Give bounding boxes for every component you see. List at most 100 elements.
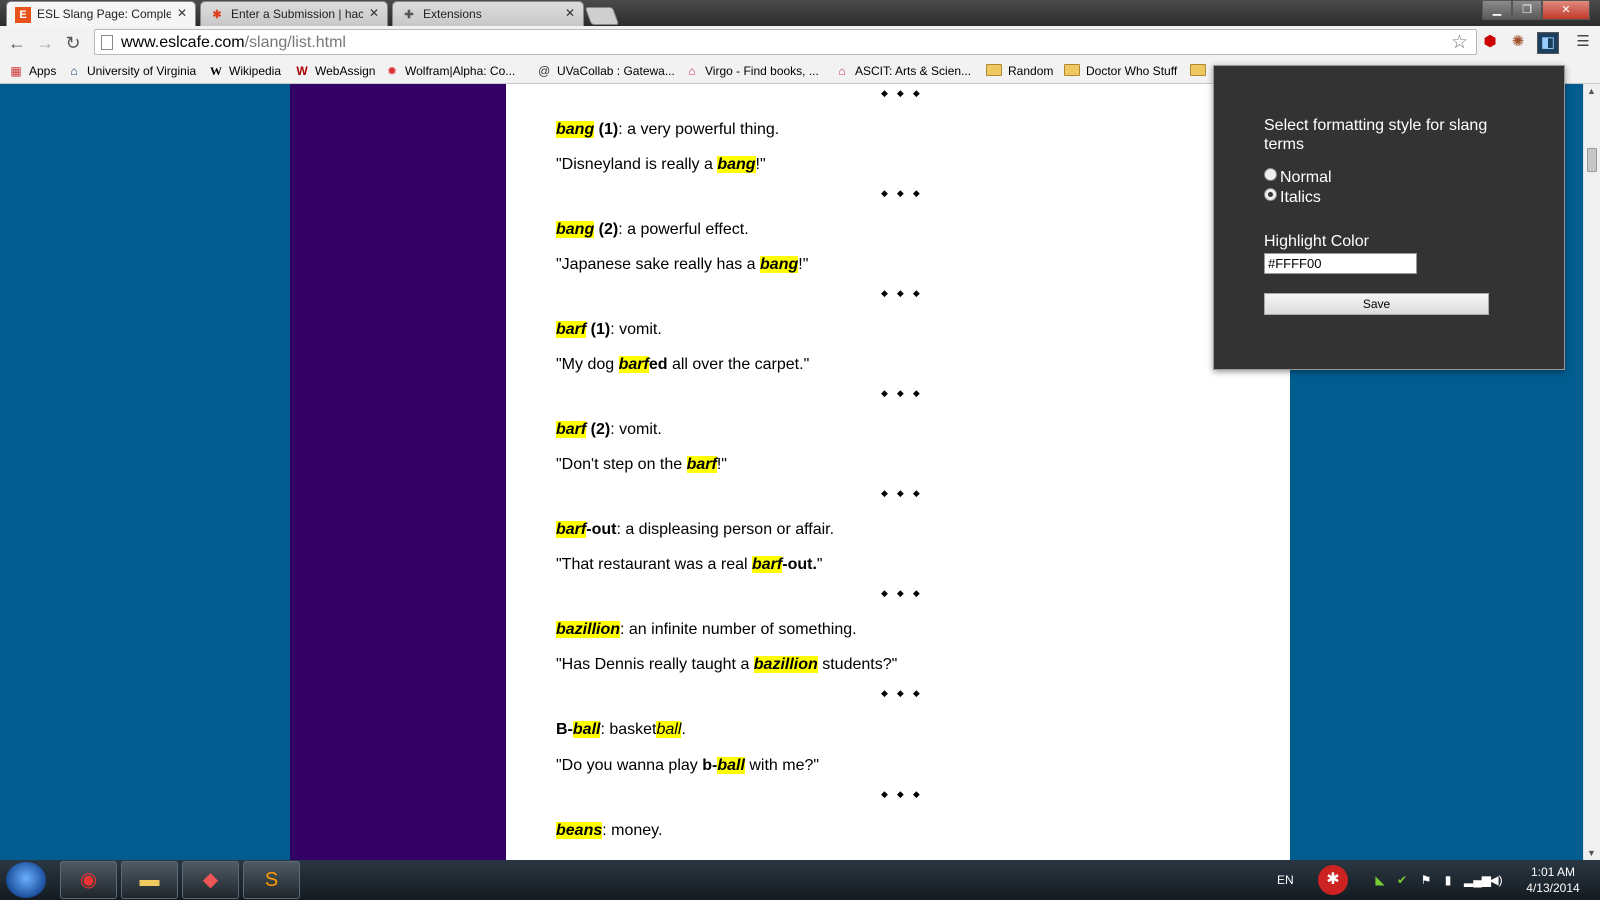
scroll-up-icon[interactable]: ▲ xyxy=(1587,86,1596,96)
separator: ◆◆◆ xyxy=(881,388,929,398)
term-suffix: (1) xyxy=(594,121,619,138)
forward-icon[interactable]: → xyxy=(34,32,56,54)
bookmark-uvacollab[interactable]: @ UVaCollab : Gatewa... xyxy=(536,62,675,80)
close-window-icon[interactable]: ✕ xyxy=(1542,0,1590,20)
bookmark-wolfram[interactable]: ✹ Wolfram|Alpha: Co... xyxy=(384,62,515,80)
bookmark-label: WebAssign xyxy=(315,64,376,78)
antivirus-icon[interactable]: ✱ xyxy=(1318,865,1348,895)
system-clock[interactable]: 1:01 AM 4/13/2014 xyxy=(1520,864,1586,896)
close-icon[interactable]: ✕ xyxy=(369,6,379,20)
slang-definition: bang (2): a powerful effect. xyxy=(556,221,1256,239)
nvidia-icon[interactable]: ◣ xyxy=(1372,872,1388,888)
save-button[interactable]: Save xyxy=(1264,293,1489,315)
slang-term: bang xyxy=(760,256,799,273)
folder-icon xyxy=(1064,64,1080,76)
start-button[interactable] xyxy=(6,862,46,898)
folder-icon xyxy=(1190,64,1206,76)
example-text: " xyxy=(816,556,823,573)
slang-example: "My dog barfed all over the carpet." xyxy=(556,356,1256,374)
reload-icon[interactable]: ↻ xyxy=(62,32,84,54)
minimize-icon[interactable]: ▁ xyxy=(1482,0,1512,20)
term-suffix: (2) xyxy=(594,221,619,238)
tab-esl-slang[interactable]: E ESL Slang Page: Complete ✕ xyxy=(6,1,196,26)
chrome-taskbar-button[interactable]: ◉ xyxy=(60,861,117,899)
explorer-taskbar-button[interactable]: ▬ xyxy=(121,861,178,899)
language-indicator[interactable]: EN xyxy=(1277,873,1294,887)
definition-text: : vomit. xyxy=(610,321,662,338)
scroll-thumb[interactable] xyxy=(1587,148,1597,172)
slang-extension-icon[interactable]: ◧ xyxy=(1537,32,1559,54)
slang-term: barf xyxy=(618,356,649,373)
folder-icon xyxy=(986,64,1002,76)
definition-text: : basket xyxy=(600,721,657,738)
menu-icon[interactable]: ☰ xyxy=(1573,32,1593,52)
slang-term: beans xyxy=(556,822,603,839)
radio-button[interactable] xyxy=(1264,168,1277,181)
page-scrollbar[interactable]: ▲ ▼ xyxy=(1583,84,1600,860)
radio-option-italics[interactable]: Italics xyxy=(1264,188,1321,207)
tab-label: ESL Slang Page: Complete xyxy=(37,7,171,21)
slang-term: barf xyxy=(556,421,587,438)
example-text: with me?" xyxy=(744,757,820,774)
extension-options-popup: Select formatting style for slang terms … xyxy=(1213,65,1565,370)
slang-list: ◆◆◆ bang (1): a very powerful thing. "Di… xyxy=(506,84,1290,860)
slang-definition: bazillion: an infinite number of somethi… xyxy=(556,621,1256,639)
side-column xyxy=(290,84,506,860)
slang-definition: barf (2): vomit. xyxy=(556,421,1256,439)
action-center-flag-icon[interactable]: ⚑ xyxy=(1418,872,1434,888)
scroll-down-icon[interactable]: ▼ xyxy=(1587,848,1596,858)
slang-definition: beans: money. xyxy=(556,822,1256,840)
tab-hack-submission[interactable]: ✱ Enter a Submission | hack ✕ xyxy=(200,1,388,26)
back-icon[interactable]: ← xyxy=(6,32,28,54)
power-icon[interactable]: ▮ xyxy=(1440,872,1456,888)
slang-definition: barf-out: a displeasing person or affair… xyxy=(556,521,1256,539)
radio-option-normal[interactable]: Normal xyxy=(1264,168,1332,187)
url-text: www.eslcafe.com/slang/list.html xyxy=(121,34,346,51)
library-icon: ⌂ xyxy=(688,64,696,78)
slang-term: ball xyxy=(656,721,682,738)
bookmark-folder-more[interactable] xyxy=(1190,62,1212,80)
bookmark-ascit[interactable]: ⌂ ASCIT: Arts & Scien... xyxy=(834,62,971,80)
volume-icon[interactable]: ◀) xyxy=(1488,872,1504,888)
bookmark-apps[interactable]: ▦ Apps xyxy=(8,62,56,80)
restore-icon[interactable]: ❐ xyxy=(1512,0,1542,20)
popup-title: Select formatting style for slang terms xyxy=(1264,117,1488,153)
highlight-color-input[interactable] xyxy=(1264,253,1417,274)
example-text: "Don't step on the xyxy=(556,456,687,473)
slang-term: barf xyxy=(686,456,717,473)
pinwheel-icon: ✱ xyxy=(212,9,222,21)
slang-term: barf xyxy=(556,521,587,538)
term-suffix: (1) xyxy=(586,321,611,338)
network-signal-icon[interactable]: ▂▄▆ xyxy=(1464,872,1491,888)
adblock-icon[interactable]: ⬢ xyxy=(1480,32,1500,52)
bookmark-label: Apps xyxy=(29,64,57,78)
bookmark-folder-doctor-who[interactable]: Doctor Who Stuff xyxy=(1064,62,1177,80)
radio-button[interactable] xyxy=(1264,188,1277,201)
tab-extensions[interactable]: ✚ Extensions ✕ xyxy=(392,1,584,26)
bookmark-wikipedia[interactable]: W Wikipedia xyxy=(208,62,281,80)
bookmark-virgo[interactable]: ⌂ Virgo - Find books, ... xyxy=(684,62,818,80)
definition-text: . xyxy=(681,721,686,738)
bookmark-folder-random[interactable]: Random xyxy=(986,62,1053,80)
tab-label: Extensions xyxy=(423,7,482,21)
wikipedia-icon: W xyxy=(210,64,222,78)
slang-term: bazillion xyxy=(753,656,818,673)
slang-definition: B-ball: basketball. xyxy=(556,721,1256,739)
new-tab-button[interactable] xyxy=(584,7,620,25)
clock-date: 4/13/2014 xyxy=(1526,881,1580,895)
bookmark-webassign[interactable]: W WebAssign xyxy=(294,62,375,80)
term-suffix: -out. xyxy=(782,556,817,573)
git-taskbar-button[interactable]: ◆ xyxy=(182,861,239,899)
example-text: "Has Dennis really taught a xyxy=(556,656,754,673)
close-icon[interactable]: ✕ xyxy=(177,6,187,20)
slang-term: bazillion xyxy=(556,621,620,638)
separator: ◆◆◆ xyxy=(881,588,929,598)
bookmark-star-icon[interactable]: ☆ xyxy=(1451,31,1468,54)
separator: ◆◆◆ xyxy=(881,688,929,698)
close-icon[interactable]: ✕ xyxy=(565,6,575,20)
address-bar[interactable]: www.eslcafe.com/slang/list.html ☆ xyxy=(94,29,1477,55)
sublime-taskbar-button[interactable]: S xyxy=(243,861,300,899)
gear-extension-icon[interactable]: ✺ xyxy=(1508,32,1528,52)
bookmark-uva[interactable]: ⌂ University of Virginia xyxy=(66,62,196,80)
sync-icon[interactable]: ✔ xyxy=(1394,872,1410,888)
